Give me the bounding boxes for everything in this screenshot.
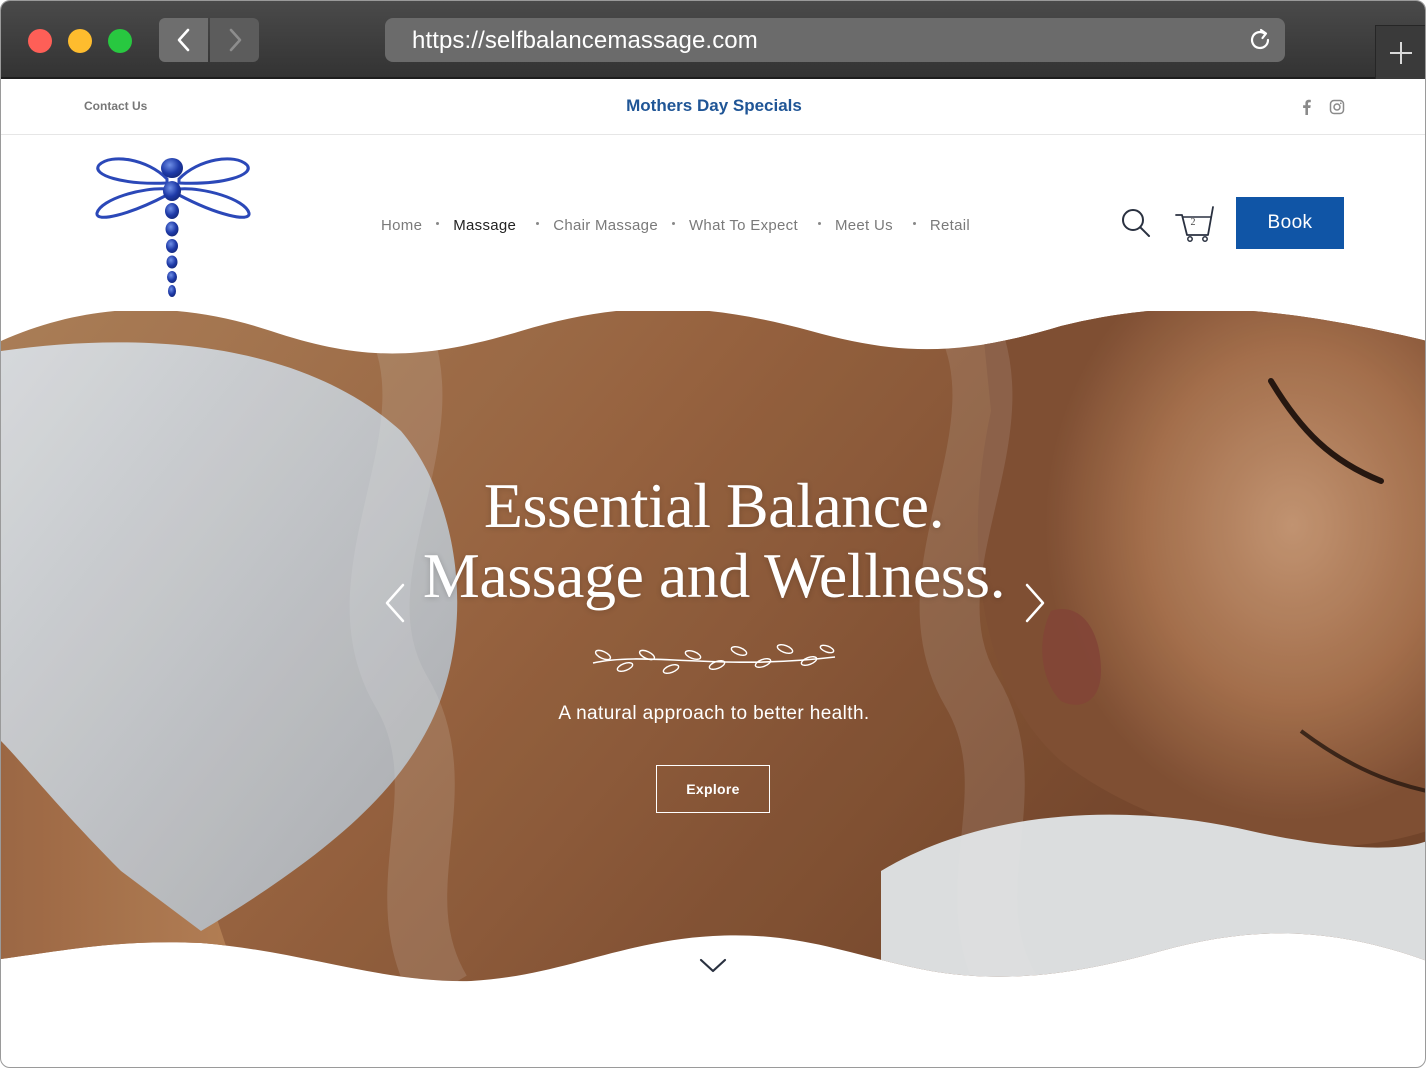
explore-button[interactable]: Explore [656,765,770,813]
hero-title-line-2: Massage and Wellness. [422,540,1006,611]
new-tab-button[interactable] [1375,25,1425,79]
dragonfly-logo[interactable] [93,151,253,301]
search-icon[interactable] [1120,207,1152,239]
slider-next-arrow-icon[interactable] [1023,583,1047,623]
chevron-left-icon [177,28,189,52]
nav-separator [536,221,540,225]
hero-title: Essential Balance. Massage and Wellness. [1,470,1425,611]
address-bar[interactable]: https://selfbalancemassage.com [385,18,1285,62]
nav-item-chair-massage[interactable]: Chair Massage [553,217,658,234]
nav-separator [912,221,916,225]
nav-item-what-to-expect[interactable]: What To Expect [689,217,798,234]
nav-item-retail[interactable]: Retail [930,217,970,234]
instagram-icon[interactable] [1329,98,1345,116]
nav-separator [436,221,440,225]
forward-button[interactable] [210,18,259,62]
close-window-button[interactable] [28,29,52,53]
browser-toolbar: https://selfbalancemassage.com [1,1,1425,79]
hero-subtitle: A natural approach to better health. [558,703,870,724]
plus-icon [1389,41,1412,64]
facebook-icon[interactable] [1299,98,1315,116]
cart-count: 2 [1190,217,1196,228]
nav-item-massage[interactable]: Massage [453,217,516,234]
reload-icon[interactable] [1247,27,1273,53]
nav-separator [817,221,821,225]
chevron-right-icon [229,28,241,52]
main-navigation: Home Massage Chair Massage What To Expec… [381,213,970,237]
specials-link[interactable]: Mothers Day Specials [626,96,802,115]
chevron-down-icon[interactable] [699,957,727,975]
minimize-window-button[interactable] [68,29,92,53]
top-bar: Contact Us Mothers Day Specials [1,81,1425,135]
nav-separator [671,221,675,225]
hero-title-line-1: Essential Balance. [483,470,945,541]
slider-prev-arrow-icon[interactable] [383,583,407,623]
url-text: https://selfbalancemassage.com [412,27,758,54]
nav-item-home[interactable]: Home [381,217,422,234]
specials-banner: Mothers Day Specials [1,96,1425,116]
browser-window: https://selfbalancemassage.com Contact U… [0,0,1426,1068]
back-button[interactable] [159,18,208,62]
nav-item-meet-us[interactable]: Meet Us [835,217,893,234]
book-button[interactable]: Book [1236,197,1344,249]
maximize-window-button[interactable] [108,29,132,53]
leaf-divider-icon [592,644,836,674]
